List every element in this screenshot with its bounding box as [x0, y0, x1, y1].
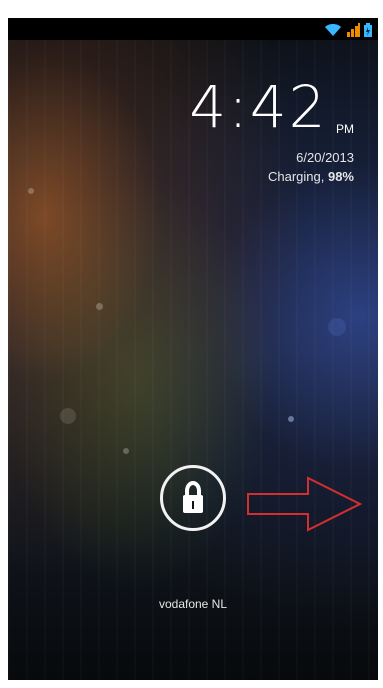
wallpaper-sparkle	[123, 448, 129, 454]
phone-frame: 4:42 PM 6/20/2013 Charging, 98% vodafone…	[0, 0, 383, 688]
carrier-name: vodafone NL	[158, 597, 228, 611]
charging-percent: 98%	[327, 169, 354, 184]
wallpaper-sparkle	[288, 416, 294, 422]
lockscreen: 4:42 PM 6/20/2013 Charging, 98% vodafone…	[8, 18, 378, 680]
charging-label: Charging,	[267, 169, 328, 184]
status-icons	[324, 21, 372, 37]
unlock-handle[interactable]	[160, 465, 226, 531]
wallpaper-sparkle	[60, 408, 76, 424]
wifi-icon	[325, 24, 341, 36]
ampm-text: PM	[336, 122, 354, 136]
swipe-right-hint-arrow-icon	[247, 476, 362, 532]
lockscreen-clock: 4:42 PM	[189, 78, 354, 136]
wallpaper-sparkle	[28, 188, 34, 194]
wallpaper-sparkle	[328, 318, 346, 336]
padlock-icon	[183, 481, 203, 513]
signal-icon	[347, 23, 360, 37]
wallpaper-sparkle	[96, 303, 103, 310]
charging-status: Charging, 98%	[268, 169, 354, 184]
date-text: 6/20/2013	[296, 150, 354, 165]
battery-charging-icon	[364, 23, 372, 37]
status-bar	[8, 18, 378, 40]
time-text: 4:42	[189, 73, 328, 141]
